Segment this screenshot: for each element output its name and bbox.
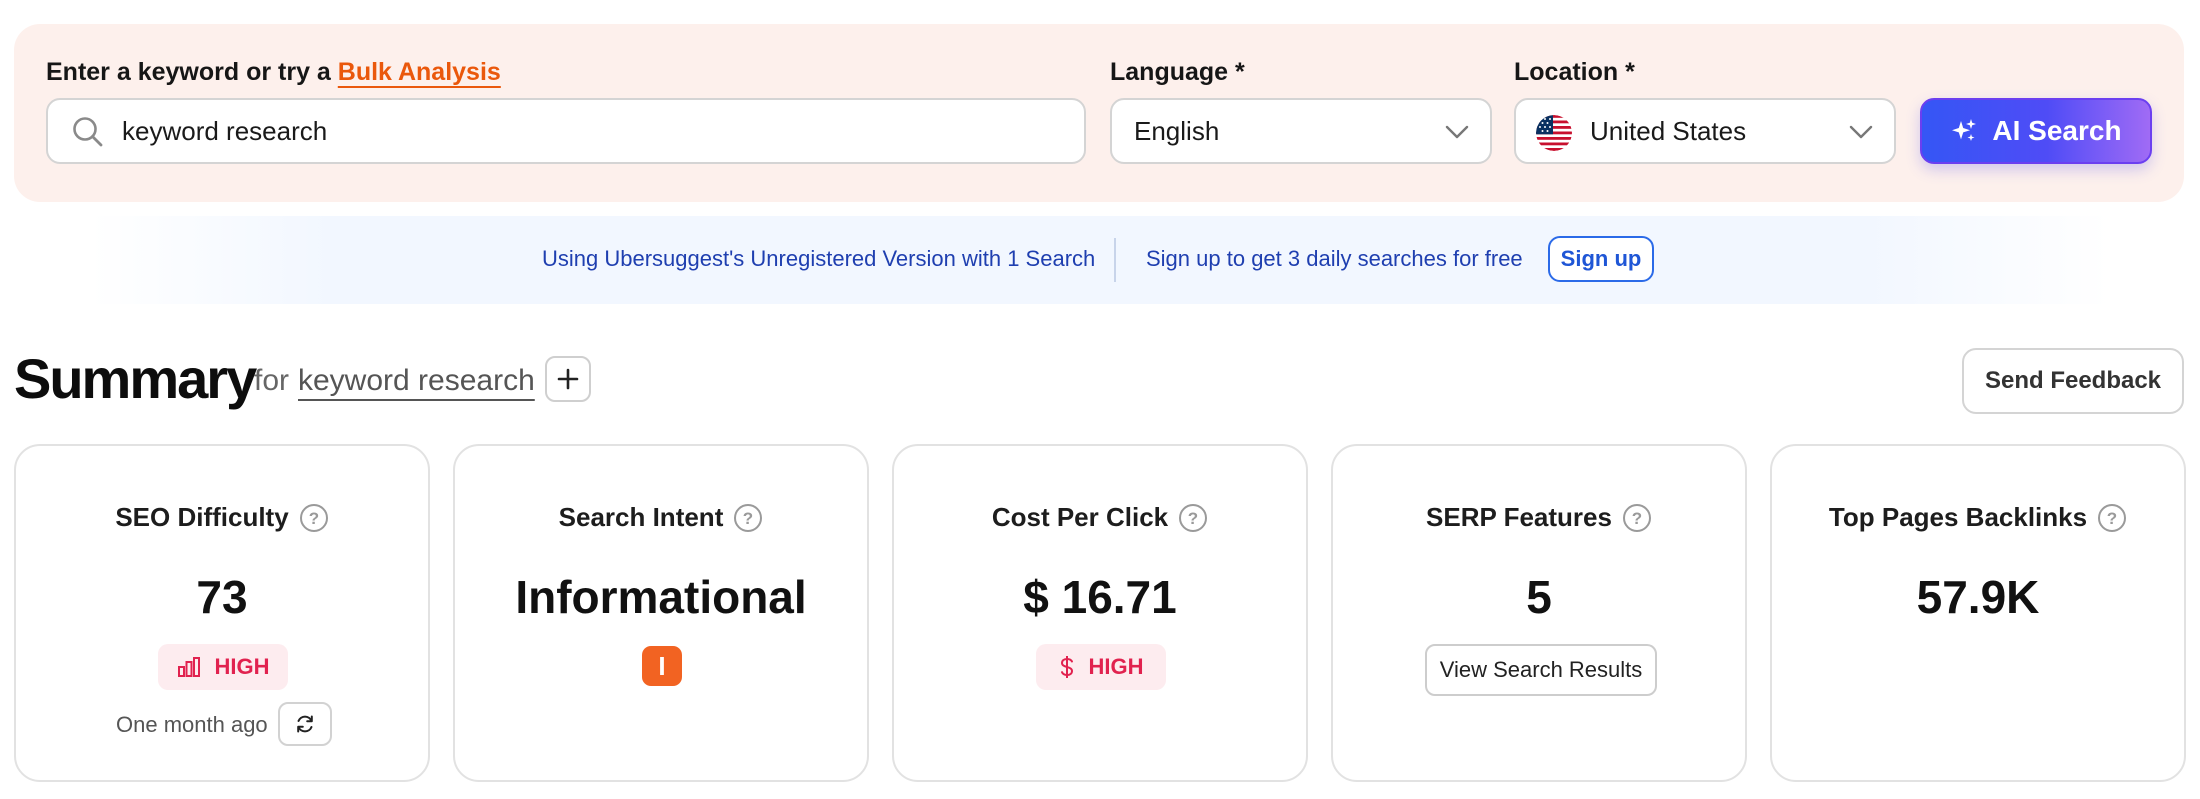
search-intent-card: Search Intent ? Informational I [453,444,869,782]
cpc-card: Cost Per Click ? $ 16.71 HIGH [892,444,1308,782]
svg-text:?: ? [1632,509,1642,528]
sparkle-icon [1952,119,1977,141]
seo-difficulty-level-badge: HIGH [158,644,288,690]
cpc-level: HIGH [1088,654,1144,679]
seo-difficulty-level: HIGH [214,654,270,679]
keyword-field-label: Enter a keyword or try a Bulk Analysis [46,58,501,87]
search-intent-title: Search Intent [558,502,724,532]
help-icon[interactable]: ? [1622,503,1652,533]
search-intent-header: Search Intent ? [455,502,867,533]
chevron-down-icon [1445,125,1469,139]
keyword-input[interactable]: keyword research [46,98,1086,164]
signup-prompt: Sign up to get 3 daily searches for free [1146,246,1523,271]
seo-difficulty-value: 73 [196,571,248,623]
cpc-header: Cost Per Click ? [894,502,1306,533]
backlinks-card: Top Pages Backlinks ? 57.9K [1770,444,2186,782]
dollar-icon [1060,656,1073,678]
svg-text:?: ? [308,509,318,528]
location-select-value: United States [1590,115,1747,146]
cpc-level-badge: HIGH [1036,644,1166,690]
banner-divider [1114,238,1116,282]
summary-for-text: for [254,364,290,397]
svg-text:?: ? [1188,509,1198,528]
refresh-icon [297,715,313,733]
last-updated-text: One month ago [116,712,268,737]
search-icon [73,117,103,147]
language-select-value: English [1134,115,1220,146]
backlinks-title: Top Pages Backlinks [1828,502,2088,532]
ai-search-label: AI Search [1992,115,2122,146]
seo-difficulty-card: SEO Difficulty ? 73 HIGH One month ago [14,444,430,782]
intent-badge: I [642,646,682,686]
page-title: Summary [14,347,257,410]
location-select[interactable]: United States [1514,98,1896,164]
svg-text:?: ? [2107,509,2117,528]
add-keyword-button[interactable] [545,356,591,402]
summary-keyword[interactable]: keyword research [298,364,535,398]
refresh-button[interactable] [278,702,332,746]
search-panel: Enter a keyword or try a Bulk Analysis k… [14,24,2184,202]
location-label: Location * [1514,58,1635,86]
keyword-label-prefix: Enter a keyword or try a [46,58,331,86]
help-icon[interactable]: ? [733,503,763,533]
help-icon[interactable]: ? [2097,503,2127,533]
serp-features-header: SERP Features ? [1333,502,1745,533]
view-search-results-button[interactable]: View Search Results [1425,644,1657,696]
svg-text:?: ? [743,509,753,528]
bulk-analysis-link[interactable]: Bulk Analysis [338,58,501,86]
help-icon[interactable]: ? [299,503,329,533]
send-feedback-button[interactable]: Send Feedback [1962,348,2184,414]
us-flag-icon [1536,115,1572,151]
cpc-value: $ 16.71 [1023,571,1177,623]
keyword-input-value: keyword research [122,115,328,146]
search-intent-value: Informational [515,571,807,623]
plus-icon [557,368,579,390]
seo-difficulty-title: SEO Difficulty [115,502,289,532]
language-label: Language * [1110,58,1245,86]
backlinks-header: Top Pages Backlinks ? [1772,502,2184,533]
signup-button[interactable]: Sign up [1548,236,1654,282]
seo-difficulty-header: SEO Difficulty ? [16,502,428,533]
serp-features-title: SERP Features [1426,502,1612,532]
unregistered-notice: Using Ubersuggest's Unregistered Version… [542,246,1096,271]
cpc-title: Cost Per Click [991,502,1169,532]
ai-search-button[interactable]: AI Search [1920,98,2152,164]
serp-features-card: SERP Features ? 5 View Search Results [1331,444,1747,782]
language-select[interactable]: English [1110,98,1492,164]
bar-chart-icon [177,657,200,677]
serp-features-value: 5 [1526,571,1552,623]
chevron-down-icon [1849,125,1873,139]
help-icon[interactable]: ? [1178,503,1208,533]
unregistered-banner: Using Ubersuggest's Unregistered Version… [90,216,2110,304]
backlinks-value: 57.9K [1916,571,2040,623]
